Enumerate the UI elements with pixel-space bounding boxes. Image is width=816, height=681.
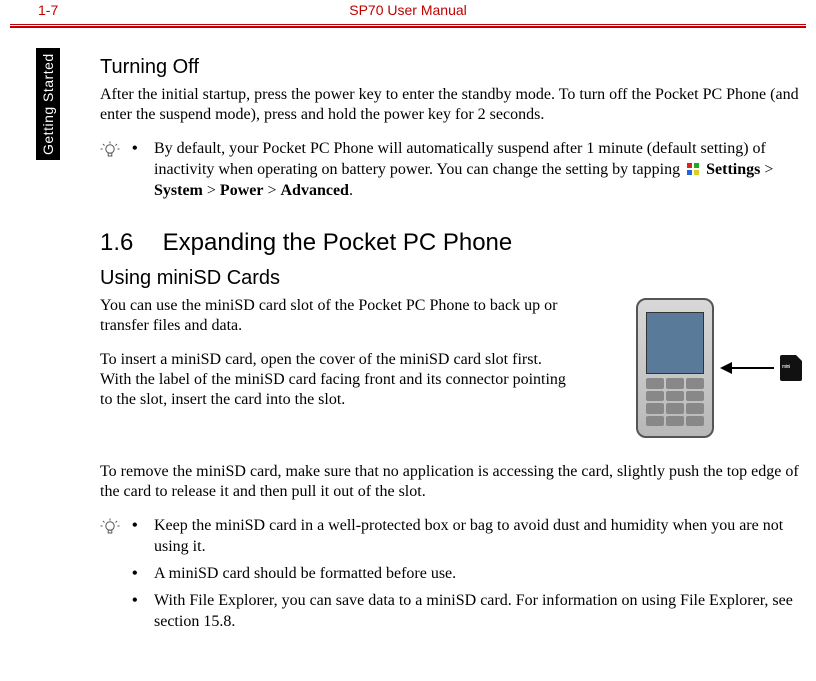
paragraph-turning-off: After the initial startup, press the pow…	[100, 85, 802, 125]
section-number: 1.6	[100, 229, 156, 257]
phone-keypad-icon	[646, 378, 704, 426]
tip-item: • With File Explorer, you can save data …	[132, 591, 802, 633]
sep: >	[263, 182, 280, 199]
content-area: Turning Off After the initial startup, p…	[100, 28, 802, 638]
tip-text: Keep the miniSD card in a well-protected…	[154, 516, 802, 558]
bold-settings: Settings	[706, 161, 760, 178]
tip-item: • By default, your Pocket PC Phone will …	[132, 139, 802, 201]
tip-text: A miniSD card should be formatted before…	[154, 564, 802, 585]
tip1-pre: By default, your Pocket PC Phone will au…	[154, 140, 766, 178]
page: 1-7 SP70 User Manual Getting Started Tur…	[0, 0, 816, 681]
phone-screen-icon	[646, 312, 704, 374]
lightbulb-icon	[100, 518, 120, 538]
tip-item: • Keep the miniSD card in a well-protect…	[132, 516, 802, 558]
paragraph-minisd-3: To remove the miniSD card, make sure tha…	[100, 462, 802, 502]
tip-block-1: • By default, your Pocket PC Phone will …	[100, 139, 802, 207]
tip-block-2: • Keep the miniSD card in a well-protect…	[100, 516, 802, 638]
heading-turning-off: Turning Off	[100, 56, 802, 79]
page-number: 1-7	[38, 0, 58, 18]
page-header: 1-7 SP70 User Manual	[0, 0, 816, 22]
bullet-icon: •	[132, 591, 154, 633]
tip-list-2: • Keep the miniSD card in a well-protect…	[132, 516, 802, 638]
minisd-text-column: You can use the miniSD card slot of the …	[100, 296, 572, 424]
bullet-icon: •	[132, 139, 154, 201]
section-tab: Getting Started	[36, 48, 60, 160]
tip-list-1: • By default, your Pocket PC Phone will …	[132, 139, 802, 207]
insert-arrow-icon	[720, 362, 774, 374]
lightbulb-icon	[100, 141, 120, 161]
bold-power: Power	[220, 182, 264, 199]
paragraph-minisd-1: You can use the miniSD card slot of the …	[100, 296, 572, 336]
section-title: Expanding the Pocket PC Phone	[163, 229, 513, 256]
heading-section-1-6: 1.6 Expanding the Pocket PC Phone	[100, 229, 802, 257]
tip-item: • A miniSD card should be formatted befo…	[132, 564, 802, 585]
windows-logo-icon	[686, 162, 700, 176]
bold-advanced: Advanced	[280, 182, 348, 199]
tip-text: By default, your Pocket PC Phone will au…	[154, 139, 802, 201]
paragraph-minisd-2: To insert a miniSD card, open the cover …	[100, 350, 572, 410]
bullet-icon: •	[132, 564, 154, 585]
sep: >	[760, 161, 773, 178]
minisd-row: You can use the miniSD card slot of the …	[100, 296, 802, 438]
phone-body-icon	[636, 298, 714, 438]
sep: >	[203, 182, 220, 199]
minisd-card-icon	[780, 355, 802, 381]
manual-title: SP70 User Manual	[349, 0, 467, 18]
header-rule-thin	[10, 24, 806, 25]
heading-minisd: Using miniSD Cards	[100, 267, 802, 290]
bold-system: System	[154, 182, 203, 199]
bullet-icon: •	[132, 516, 154, 558]
phone-illustration	[592, 298, 802, 438]
tip1-post: .	[349, 182, 353, 199]
tip-text: With File Explorer, you can save data to…	[154, 591, 802, 633]
